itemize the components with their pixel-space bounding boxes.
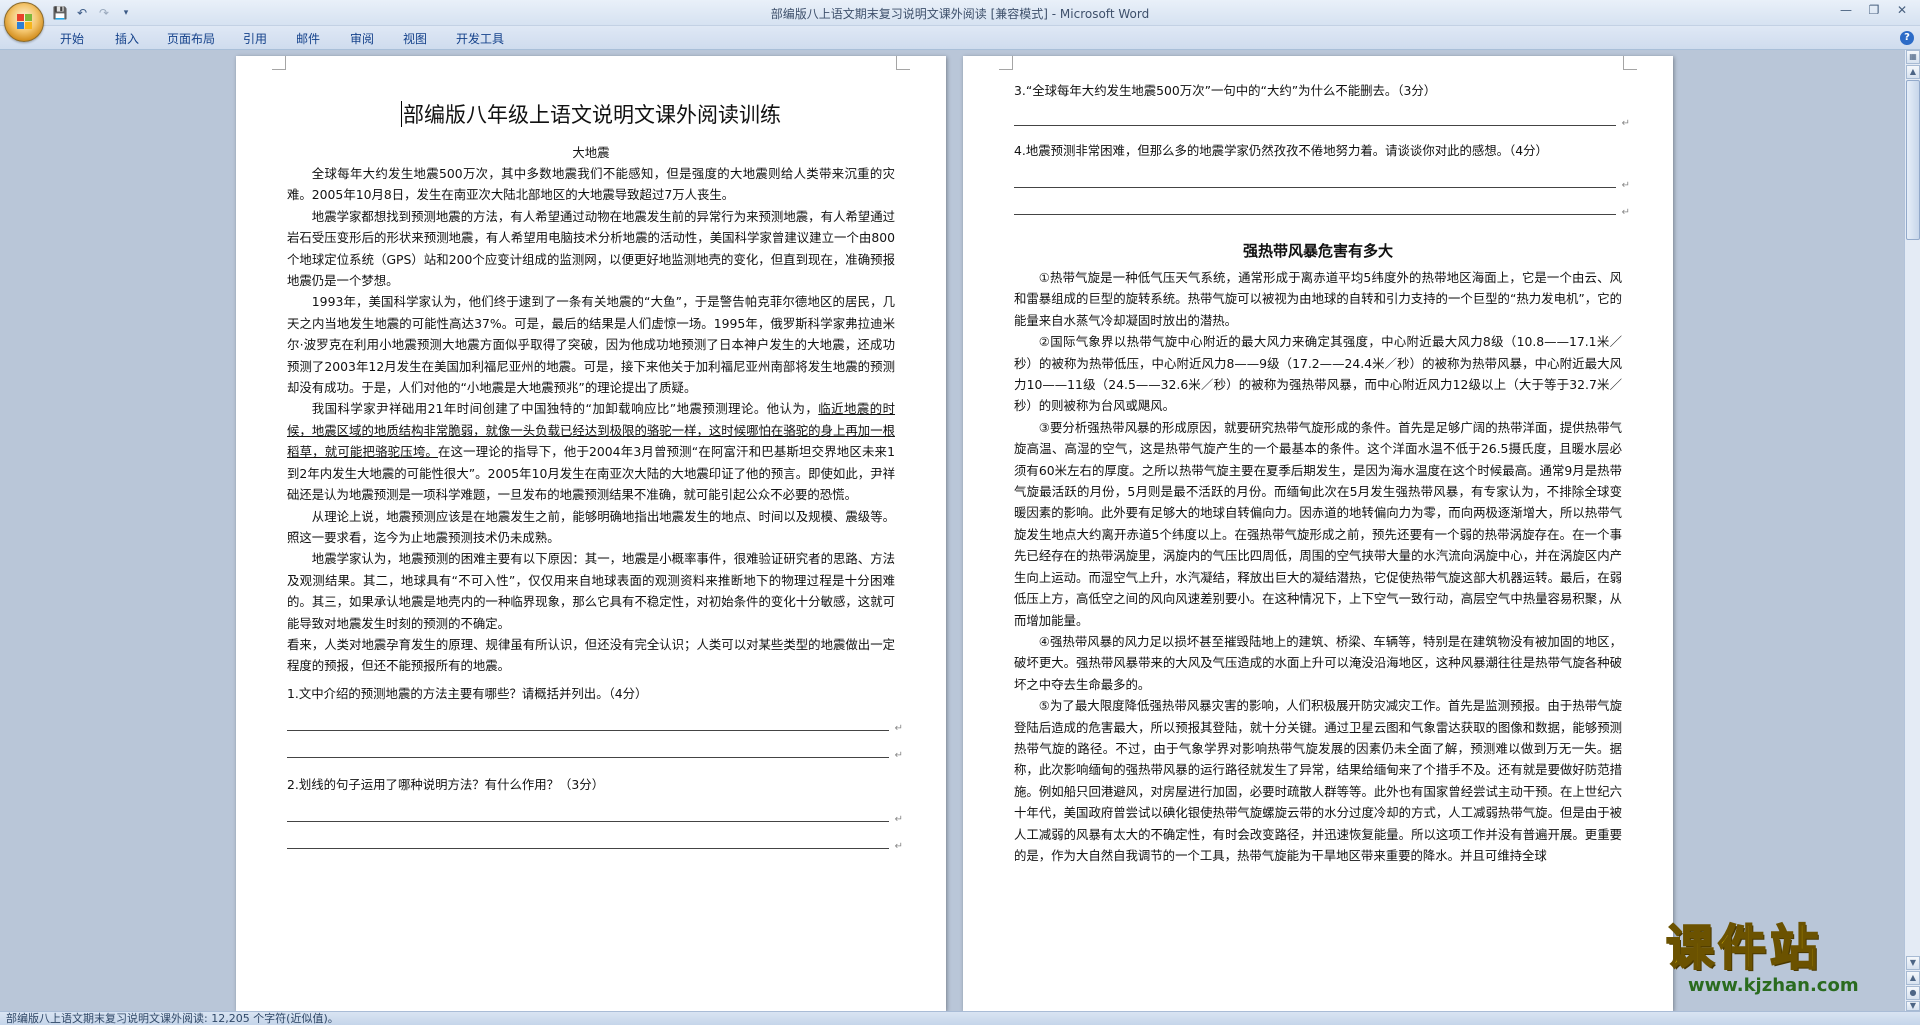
answer-line[interactable] — [1014, 113, 1630, 134]
scroll-down-icon[interactable]: ▼ — [1906, 956, 1920, 970]
question-4: 4.地震预测非常困难，但那么多的地震学家仍然孜孜不倦地努力着。请谈谈你对此的感想… — [1014, 143, 1548, 158]
tab-mailings[interactable]: 邮件 — [290, 30, 326, 47]
minimize-icon[interactable]: — — [1832, 0, 1860, 20]
ribbon-tabs: 开始 插入 页面布局 引用 邮件 审阅 视图 开发工具 ? — [0, 26, 1920, 50]
paragraph: 从理论上说，地震预测应该是在地震发生之前，能够明确地指出地震发生的地点、时间以及… — [287, 508, 895, 545]
crop-mark — [272, 56, 286, 70]
answer-line[interactable] — [287, 809, 903, 830]
watermark-cn: 课件站 — [1665, 919, 1823, 977]
watermark-url: www.kjzhan.com — [1688, 975, 1859, 996]
paragraph: 全球每年大约发生地震500万次，其中多数地震我们不能感知，但是强度的大地震则给人… — [287, 166, 895, 203]
paragraph: 我国科学家尹祥础用21年时间创建了中国独特的“加卸载响应比”地震预测理论。他认为… — [287, 401, 896, 503]
tab-page-layout[interactable]: 页面布局 — [161, 30, 221, 47]
page-content-left[interactable]: 部编版八年级上语文说明文课外阅读训练 大地震 全球每年大约发生地震500万次，其… — [287, 94, 903, 857]
tab-review[interactable]: 审阅 — [344, 30, 380, 47]
question-2: 2.划线的句子运用了哪种说明方法？有什么作用？（3分） — [287, 776, 605, 792]
tab-developer[interactable]: 开发工具 — [450, 30, 510, 47]
tab-home[interactable]: 开始 — [54, 30, 90, 47]
text-cursor — [401, 101, 402, 127]
scroll-thumb[interactable] — [1906, 80, 1920, 240]
answer-line[interactable] — [287, 745, 903, 766]
ruler-toggle-icon[interactable]: ▦ — [1906, 50, 1920, 64]
close-icon[interactable]: ✕ — [1888, 0, 1916, 20]
section-title: 大地震 — [572, 145, 610, 160]
vertical-scrollbar[interactable]: ▦ ▲ ▼ ▲ ● ▼ — [1904, 50, 1920, 1011]
paragraph: 看来，人类对地震孕育发生的原理、规律虽有所认识，但还没有完全认识；人类可以对某些… — [287, 636, 895, 674]
paragraph: ⑤为了最大限度降低强热带风暴灾害的影响，人们积极展开防灾减灾工作。首先是监测预报… — [1014, 698, 1622, 863]
question-1: 1.文中介绍的预测地震的方法主要有哪些？请概括并列出。（4分） — [287, 685, 648, 701]
paragraph: ①热带气旋是一种低气压天气系统，通常形成于离赤道平均5纬度外的热带地区海面上，它… — [1014, 270, 1622, 328]
article-title: 强热带风暴危害有多大 — [1242, 242, 1393, 260]
document-workspace: 部编版八年级上语文说明文课外阅读训练 大地震 全球每年大约发生地震500万次，其… — [0, 50, 1904, 1011]
document-page-right[interactable]: 3.“全球每年大约发生地震500万次”一句中的“大约”为什么不能删去。（3分） … — [963, 56, 1673, 1011]
crop-mark — [896, 56, 910, 70]
crop-mark — [999, 56, 1013, 70]
title-bar: 💾 ↶ ↷ ▾ 部编版八上语文期末复习说明文课外阅读 [兼容模式] - Micr… — [0, 0, 1920, 26]
document-title: 部编版八年级上语文说明文课外阅读训练 — [401, 101, 781, 127]
window-controls: — ❐ ✕ — [1832, 0, 1916, 20]
question-3: 3.“全球每年大约发生地震500万次”一句中的“大约”为什么不能删去。（3分） — [1014, 83, 1437, 98]
watermark-logo: 课件站 www.kjzhan.com — [1665, 919, 1896, 1000]
tab-insert[interactable]: 插入 — [109, 30, 145, 47]
word-count-status[interactable]: 部编版八上语文期末复习说明文课外阅读: 12,205 个字符(近似值)。 — [6, 1012, 339, 1025]
answer-line[interactable] — [287, 718, 903, 739]
next-page-icon[interactable]: ▼ — [1906, 1001, 1920, 1011]
answer-line[interactable] — [1014, 202, 1630, 223]
office-button-icon — [17, 14, 33, 30]
previous-page-icon[interactable]: ▲ — [1906, 971, 1920, 985]
answer-line[interactable] — [287, 836, 903, 857]
crop-mark — [1623, 56, 1637, 70]
restore-icon[interactable]: ❐ — [1860, 0, 1888, 20]
page-content-right[interactable]: 3.“全球每年大约发生地震500万次”一句中的“大约”为什么不能删去。（3分） … — [1014, 80, 1630, 866]
paragraph: ④强热带风暴的风力足以损坏甚至摧毁陆地上的建筑、桥梁、车辆等，特别是在建筑物没有… — [1014, 633, 1622, 692]
document-page-left[interactable]: 部编版八年级上语文说明文课外阅读训练 大地震 全球每年大约发生地震500万次，其… — [236, 56, 946, 1011]
paragraph: 地震学家都想找到预测地震的方法，有人希望通过动物在地震发生前的异常行为来预测地震… — [287, 208, 895, 289]
tab-references[interactable]: 引用 — [237, 30, 273, 47]
window-title: 部编版八上语文期末复习说明文课外阅读 [兼容模式] - Microsoft Wo… — [770, 7, 1150, 21]
tab-view[interactable]: 视图 — [397, 30, 433, 47]
help-icon[interactable]: ? — [1900, 31, 1914, 45]
status-bar: 部编版八上语文期末复习说明文课外阅读: 12,205 个字符(近似值)。 — [0, 1011, 1920, 1025]
paragraph: ②国际气象界以热带气旋中心附近的最大风力来确定其强度，中心附近最大风力8级（10… — [1014, 334, 1622, 414]
answer-line[interactable] — [1014, 175, 1630, 196]
paragraph: 地震学家认为，地震预测的困难主要有以下原因：其一，地震是小概率事件，很难验证研究… — [287, 551, 895, 631]
select-browse-object-icon[interactable]: ● — [1906, 986, 1920, 1000]
paragraph: 1993年，美国科学家认为，他们终于逮到了一条有关地震的“大鱼”，于是警告帕克菲… — [287, 294, 895, 396]
paragraph: ③要分析强热带风暴的形成原因，就要研究热带气旋形成的条件。首先是足够广阔的热带洋… — [1014, 419, 1622, 628]
scroll-up-icon[interactable]: ▲ — [1906, 65, 1920, 79]
office-button[interactable] — [4, 2, 44, 42]
